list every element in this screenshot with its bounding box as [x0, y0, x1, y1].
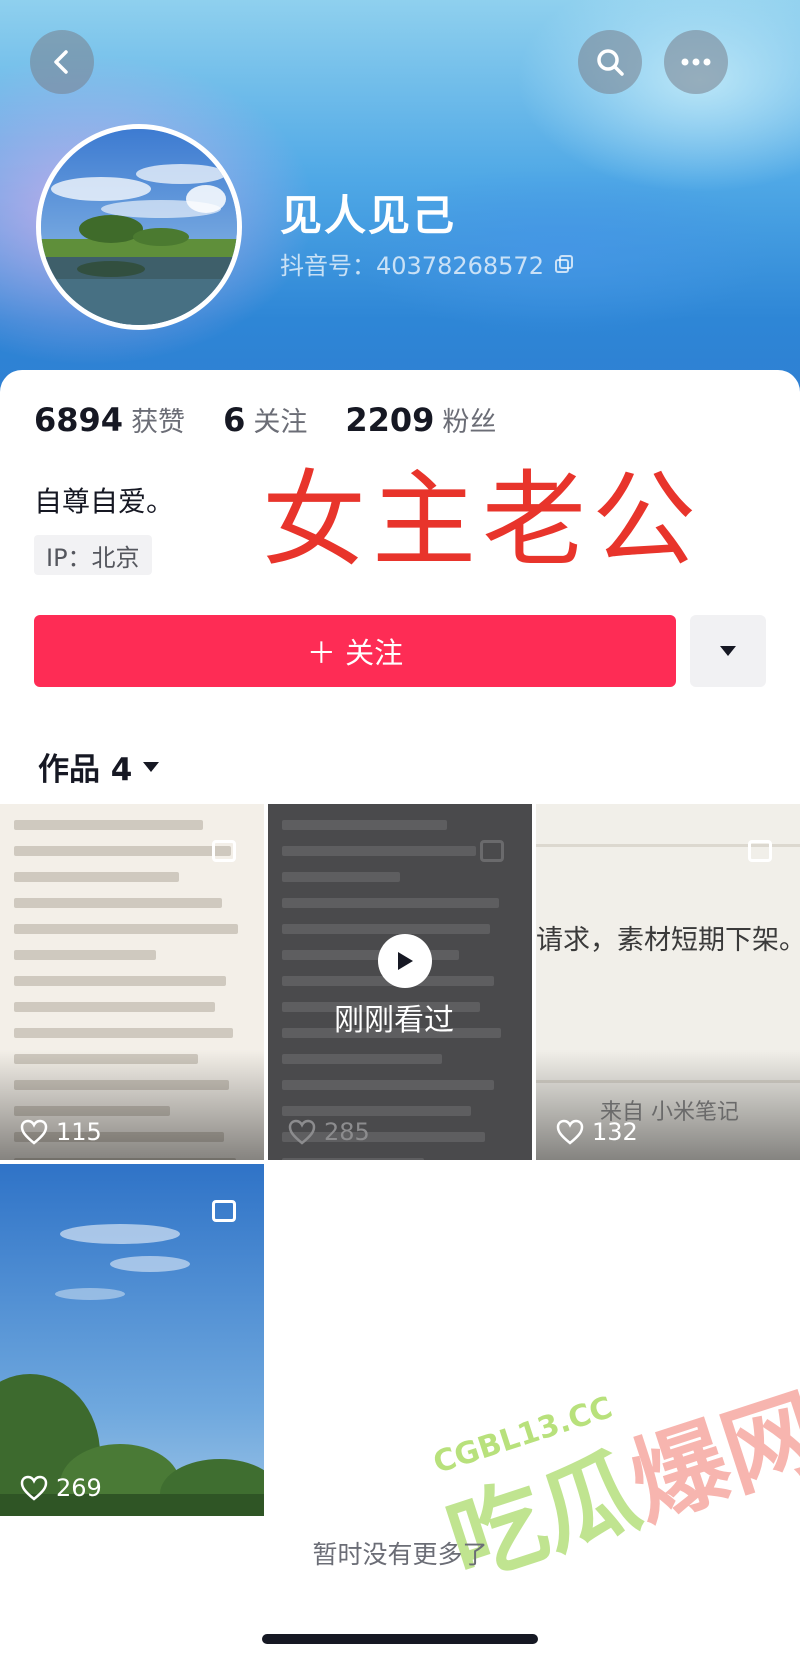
- work-tile-1[interactable]: 115: [0, 804, 264, 1160]
- tile-likes-count: 285: [324, 1118, 370, 1146]
- ellipsis-icon: [681, 58, 711, 66]
- tab-works[interactable]: 作品 4: [38, 744, 160, 789]
- stat-following-value: 6: [223, 401, 246, 439]
- stat-likes-label: 获赞: [131, 407, 186, 438]
- tile-likes-count: 115: [56, 1118, 102, 1146]
- caret-down-icon: [143, 761, 160, 772]
- profile-stats: 6894 获赞 6 关注 2209 粉丝: [34, 400, 534, 439]
- play-button[interactable]: [378, 934, 432, 988]
- search-button[interactable]: [578, 30, 642, 94]
- heart-icon: [20, 1119, 48, 1145]
- play-icon: [398, 952, 413, 970]
- douyin-id-text: 抖音号：40378268572: [280, 252, 544, 280]
- no-more-content-text: 暂时没有更多了: [312, 1540, 488, 1569]
- avatar-landscape-image: [41, 129, 237, 325]
- tile-likes: 269: [20, 1474, 102, 1502]
- ip-location-badge: IP：北京: [34, 535, 152, 575]
- follow-button[interactable]: ＋ 关注: [34, 615, 676, 687]
- tile-likes-count: 269: [56, 1474, 102, 1502]
- recently-watched-label: 刚刚看过: [334, 1003, 454, 1038]
- home-indicator[interactable]: [262, 1634, 538, 1644]
- multi-image-icon: [748, 840, 772, 862]
- search-icon: [597, 49, 624, 76]
- back-button[interactable]: [30, 30, 94, 94]
- red-overlay-caption: 女主老公: [262, 459, 703, 581]
- caret-down-icon: [720, 646, 736, 656]
- multi-image-icon: [480, 840, 504, 862]
- heart-icon: [288, 1119, 316, 1145]
- tile-likes: 115: [20, 1118, 102, 1146]
- work-tile-4[interactable]: 269: [0, 1164, 264, 1516]
- heart-icon: [20, 1475, 48, 1501]
- douyin-id[interactable]: 抖音号：40378268572: [280, 246, 574, 281]
- stat-following[interactable]: 6 关注: [223, 400, 307, 439]
- tile-3-source: 来自 小米笔记: [600, 1100, 739, 1125]
- profile-bio: 自尊自爱。: [34, 485, 175, 518]
- multi-image-icon: [212, 840, 236, 862]
- tile-likes: 285: [288, 1118, 370, 1146]
- stat-likes-value: 6894: [34, 401, 124, 439]
- tile-3-caption: 请求，素材短期下架。: [536, 925, 800, 956]
- more-options-button[interactable]: [664, 30, 728, 94]
- stat-following-label: 关注: [253, 407, 308, 438]
- stat-followers-value: 2209: [345, 401, 435, 439]
- chevron-left-icon: [54, 50, 68, 74]
- multi-image-icon: [212, 1200, 236, 1222]
- avatar[interactable]: [36, 124, 242, 330]
- copy-icon[interactable]: [554, 254, 574, 274]
- stat-followers-label: 粉丝: [442, 407, 497, 438]
- username: 见人见己: [280, 191, 457, 240]
- heart-icon: [556, 1119, 584, 1145]
- stat-followers[interactable]: 2209 粉丝: [345, 400, 496, 439]
- stat-likes[interactable]: 6894 获赞: [34, 400, 185, 439]
- follow-dropdown-button[interactable]: [690, 615, 766, 687]
- tab-works-label: 作品 4: [38, 752, 133, 788]
